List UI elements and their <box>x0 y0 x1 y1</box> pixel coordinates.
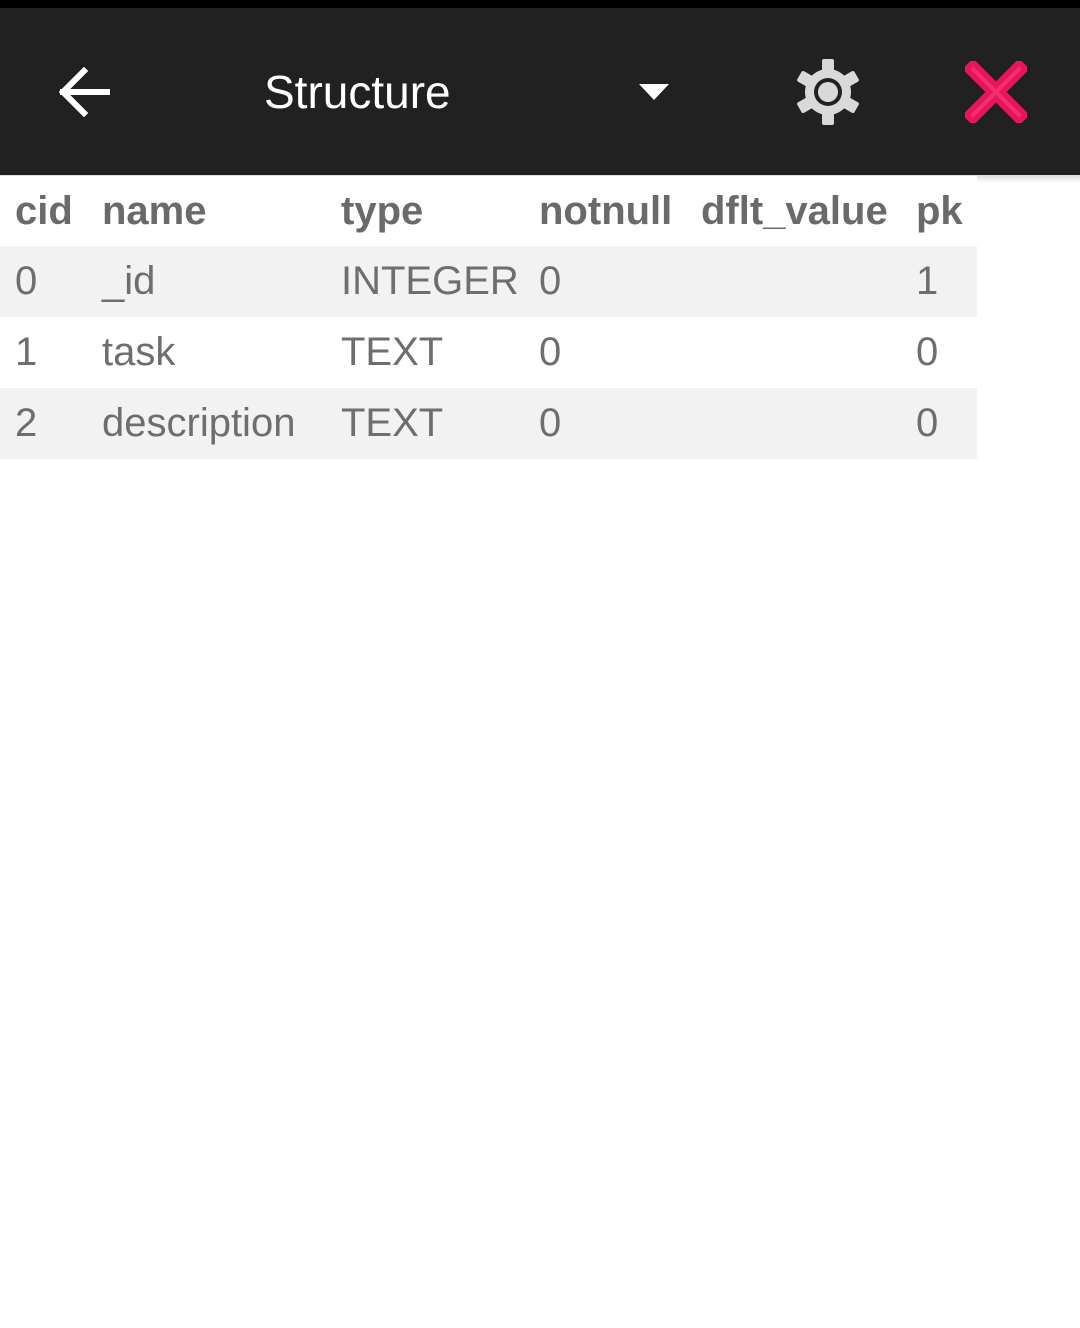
close-button[interactable] <box>946 44 1046 140</box>
cell-cid: 1 <box>0 317 87 388</box>
table-row[interactable]: 1 task TEXT 0 0 <box>0 317 977 388</box>
cell-pk: 0 <box>901 317 977 388</box>
cell-pk: 0 <box>901 388 977 459</box>
toolbar-title: Structure <box>264 66 451 118</box>
column-header-notnull[interactable]: notnull <box>524 176 686 246</box>
table-row[interactable]: 0 _id INTEGER 0 1 <box>0 246 977 317</box>
cell-cid: 2 <box>0 388 87 459</box>
cell-notnull: 0 <box>524 388 686 459</box>
cell-name: description <box>87 388 326 459</box>
cell-notnull: 0 <box>524 317 686 388</box>
toolbar: Structure <box>0 8 1080 175</box>
cell-notnull: 0 <box>524 246 686 317</box>
cell-type: TEXT <box>326 388 524 459</box>
cell-cid: 0 <box>0 246 87 317</box>
arrow-left-icon <box>58 67 110 117</box>
table-view-spinner[interactable]: Structure <box>250 44 690 140</box>
column-header-pk[interactable]: pk <box>901 176 977 246</box>
column-header-name[interactable]: name <box>87 176 326 246</box>
status-bar-strip <box>0 0 1080 8</box>
settings-button[interactable] <box>778 44 878 140</box>
cell-dflt-value <box>686 317 901 388</box>
cell-dflt-value <box>686 388 901 459</box>
cell-dflt-value <box>686 246 901 317</box>
structure-table: cid name type notnull dflt_value pk 0 _i… <box>0 176 977 459</box>
triangle-down-icon <box>639 84 669 100</box>
back-button[interactable] <box>34 44 134 140</box>
close-icon <box>965 61 1027 123</box>
cell-type: INTEGER <box>326 246 524 317</box>
column-header-cid[interactable]: cid <box>0 176 87 246</box>
gear-icon <box>797 59 859 125</box>
cell-name: task <box>87 317 326 388</box>
column-header-type[interactable]: type <box>326 176 524 246</box>
cell-name: _id <box>87 246 326 317</box>
cell-pk: 1 <box>901 246 977 317</box>
table-header-row: cid name type notnull dflt_value pk <box>0 176 977 246</box>
cell-type: TEXT <box>326 317 524 388</box>
table-row[interactable]: 2 description TEXT 0 0 <box>0 388 977 459</box>
column-header-dflt-value[interactable]: dflt_value <box>686 176 901 246</box>
